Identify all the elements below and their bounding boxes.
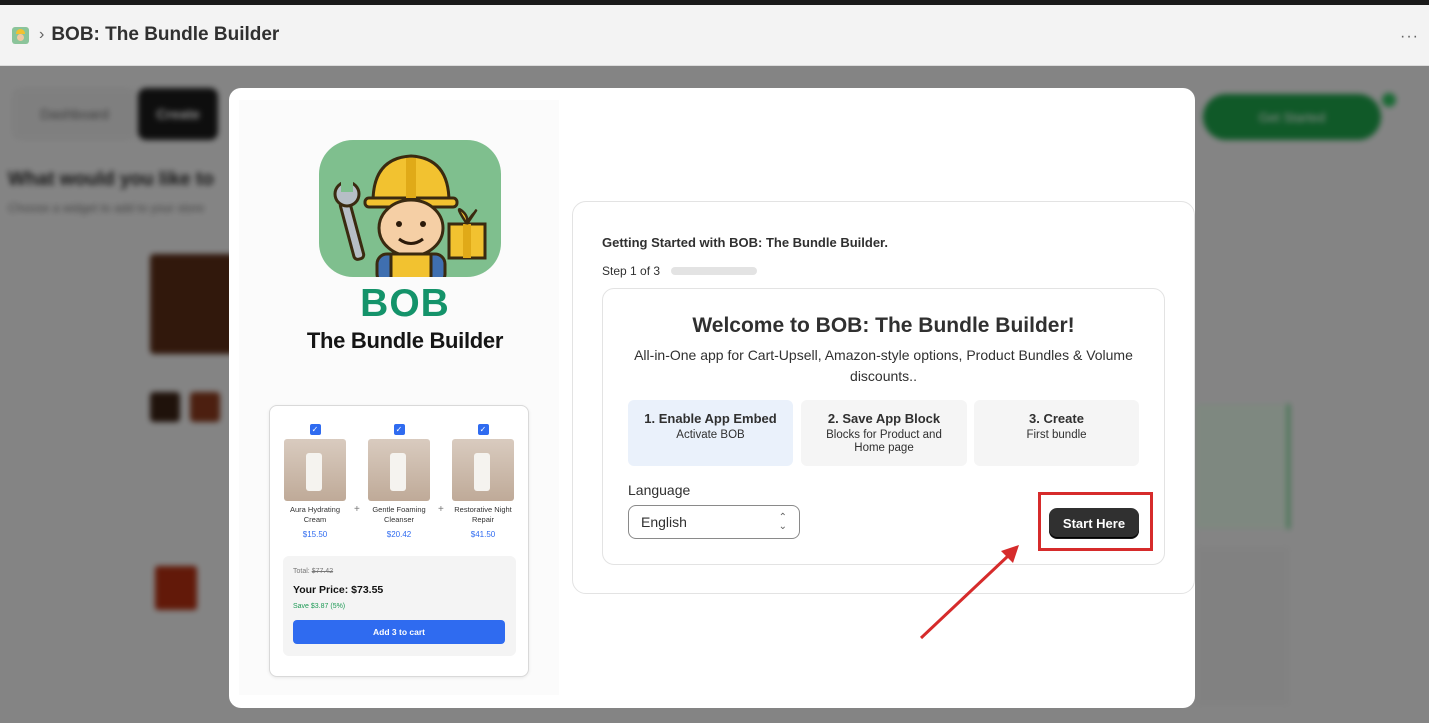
bob-mascot-logo [319,140,501,277]
step-title: 1. Enable App Embed [644,411,777,426]
app-header: › BOB: The Bundle Builder ··· [0,5,1429,66]
checkbox-checked-icon: ✓ [477,424,489,435]
start-here-button[interactable]: Start Here [1049,508,1139,538]
product-image [284,439,346,501]
step-create-bundle[interactable]: 3. Create First bundle [974,400,1139,466]
preview-product: ✓ Gentle Foaming Cleanser $20.42 [368,424,430,539]
product-name: Aura Hydrating Cream [289,505,341,524]
step-subtitle: Activate BOB [676,429,745,441]
product-price: $20.42 [386,530,412,539]
product-price: $15.50 [302,530,328,539]
language-select[interactable]: English ⌃ ⌄ [628,505,800,539]
welcome-box: Welcome to BOB: The Bundle Builder! All-… [602,288,1165,565]
language-label: Language [628,482,691,498]
app-title: BOB: The Bundle Builder [51,24,280,45]
step-enable-app-embed[interactable]: 1. Enable App Embed Activate BOB [628,400,793,466]
getting-started-title: Getting Started with BOB: The Bundle Bui… [602,235,889,250]
modal-illustration-pane: BOB The Bundle Builder ✓ Aura Hydrating … [239,100,559,695]
welcome-description: All-in-One app for Cart-Upsell, Amazon-s… [634,347,1133,384]
product-image [368,439,430,501]
your-price: Your Price: $73.55 [293,584,384,596]
step-indicator: Step 1 of 3 [602,264,661,278]
product-name: Restorative Night Repair [454,505,512,524]
logo-title: BOB [360,282,450,325]
product-image [452,439,514,501]
preview-total-box: Total: $77.42 Your Price: $73.55 Save $3… [283,556,516,656]
plus-icon: + [354,504,360,515]
step-title: 2. Save App Block [827,411,941,426]
welcome-title: Welcome to BOB: The Bundle Builder! [692,314,1075,337]
select-arrows-icon: ⌃ ⌄ [778,512,787,532]
add-to-cart-button: Add 3 to cart [293,620,505,644]
setup-progress-bar [671,267,757,275]
checkbox-checked-icon: ✓ [393,424,405,435]
preview-product: ✓ Aura Hydrating Cream $15.50 [284,424,346,539]
step-subtitle: First bundle [1026,429,1087,441]
plus-icon: + [438,504,444,515]
setup-card: Getting Started with BOB: The Bundle Bui… [572,201,1195,594]
preview-product: ✓ Restorative Night Repair $41.50 [452,424,514,539]
step-title: 3. Create [1029,411,1084,426]
product-price: $41.50 [470,530,496,539]
step-save-app-block[interactable]: 2. Save App Block Blocks for Product and… [801,400,967,466]
bob-mascot-icon[interactable] [12,26,29,44]
chevron-right-icon: › [39,26,45,43]
logo-subtitle: The Bundle Builder [306,328,504,353]
checkbox-checked-icon: ✓ [309,424,321,435]
step-subtitle: Blocks for Product and Home page [826,429,942,454]
bundle-preview-card: ✓ Aura Hydrating Cream $15.50 + ✓ Gentle… [269,405,529,677]
total-original: Total: $77.42 [293,568,334,575]
language-value: English [641,514,687,530]
product-name: Gentle Foaming Cleanser [372,505,426,524]
more-options-icon[interactable]: ··· [1400,28,1419,46]
savings-text: Save $3.87 (5%) [293,603,346,610]
onboarding-modal: BOB The Bundle Builder ✓ Aura Hydrating … [229,88,1195,708]
